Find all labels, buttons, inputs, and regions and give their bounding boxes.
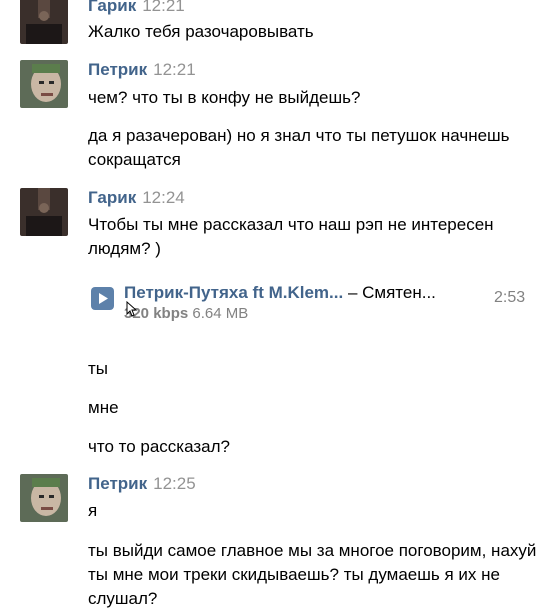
message-time: 12:21 [142,0,185,15]
message-author[interactable]: Гарик 12:24 [88,188,185,208]
message-text: Жалко тебя разочаровывать [88,22,314,41]
avatar-garik[interactable] [20,0,68,44]
track-size: 6.64 MB [192,305,249,322]
message-text: мне [88,398,119,417]
message-text: ты выйди самое главное мы за многое пого… [88,541,537,608]
track-separator: – [343,283,363,302]
avatar-image [20,188,68,236]
message-text: что то рассказал? [88,437,231,456]
message-author[interactable]: Петрик 12:25 [88,474,196,494]
message-text: я [88,501,98,520]
track-title[interactable]: Смятен... [362,283,436,302]
message-author[interactable]: Гарик 12:21 [88,0,185,16]
message-text: Чтобы ты мне рассказал что наш рэп не ин… [88,215,494,258]
message-time: 12:25 [153,474,196,493]
avatar-garik[interactable] [20,188,68,236]
avatar-image [20,474,68,522]
track-meta: 320 kbps 6.64 MB [124,304,248,324]
message-time: 12:24 [142,188,185,207]
mouse-cursor-icon [126,301,138,317]
track-artist[interactable]: Петрик-Путяха ft M.Klem... [124,283,343,302]
track-duration: 2:53 [494,289,526,306]
avatar-image [20,60,68,108]
message-author[interactable]: Петрик 12:21 [88,60,196,80]
avatar-petrik[interactable] [20,60,68,108]
play-icon[interactable] [91,287,114,310]
message-time: 12:21 [153,60,196,79]
avatar-petrik[interactable] [20,474,68,522]
message-text: ты [88,359,109,378]
message-text: чем? что ты в конфу не выйдешь? [88,88,361,107]
audio-track-title[interactable]: Петрик-Путяха ft M.Klem... – Смятен... [124,282,436,304]
message-text: да я разачерован) но я знал что ты петуш… [88,126,510,169]
avatar-image [20,0,68,44]
